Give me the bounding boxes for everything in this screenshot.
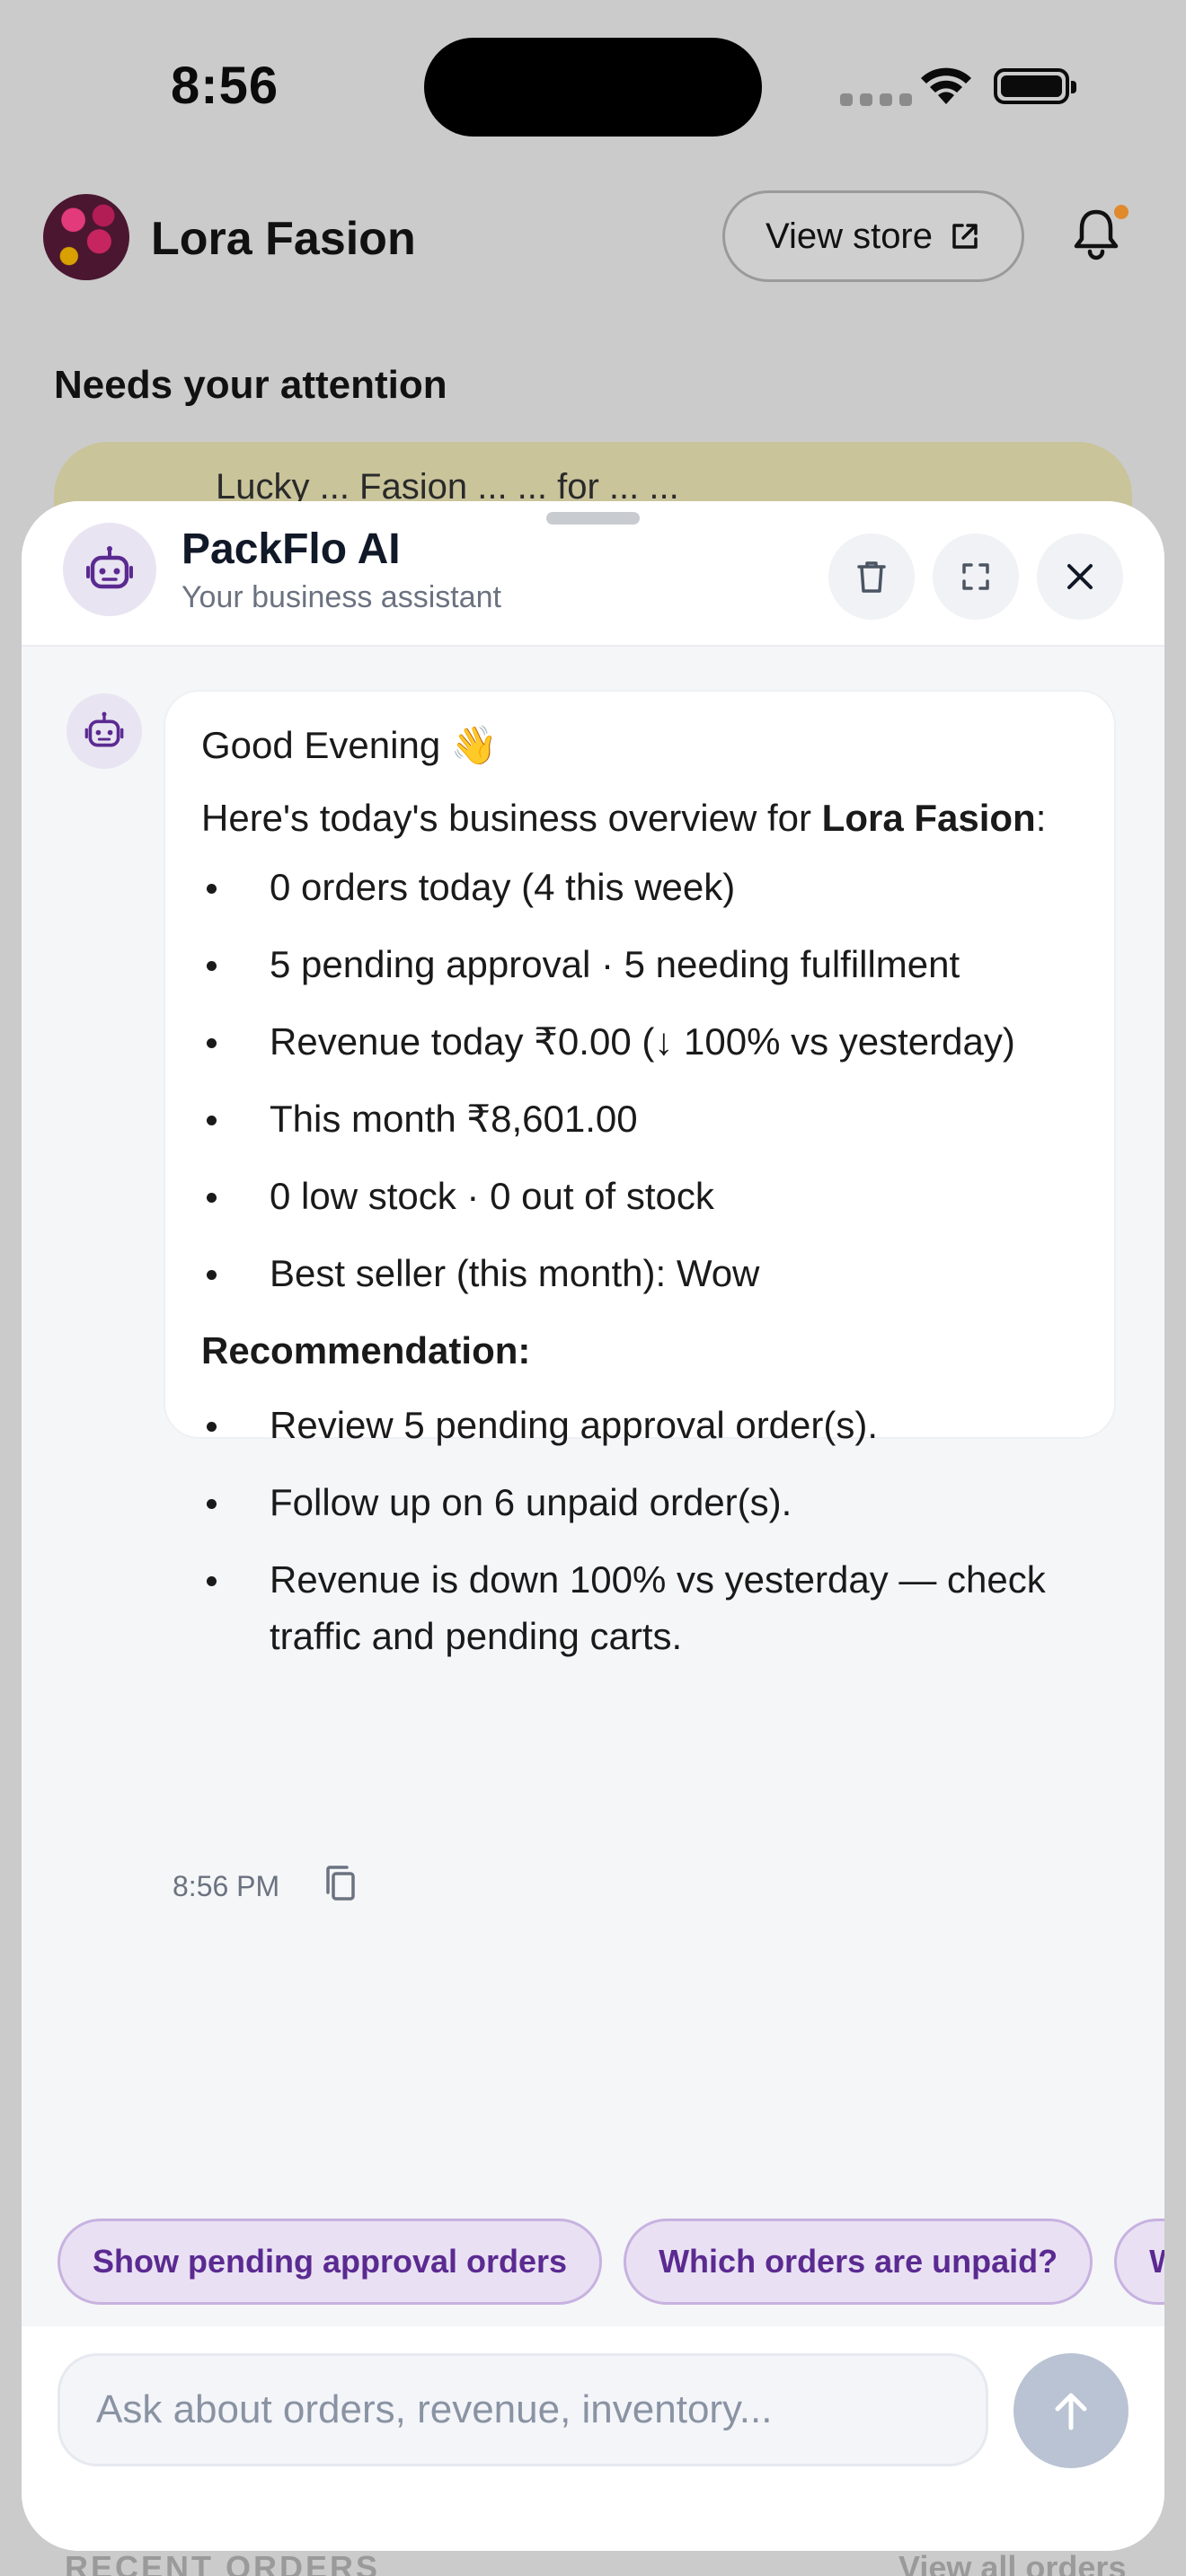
arrow-up-icon — [1055, 2393, 1087, 2430]
wifi-icon — [921, 67, 971, 104]
list-item: 5 pending approval · 5 needing fulfillme… — [201, 936, 1078, 992]
trash-icon — [857, 561, 886, 593]
waving-hand-icon: 👋 — [450, 723, 499, 767]
view-store-label: View store — [765, 216, 933, 256]
close-icon — [1067, 564, 1093, 589]
assistant-message: Good Evening 👋 Here's today's business o… — [164, 690, 1116, 1657]
store-avatar[interactable] — [43, 194, 129, 280]
list-item: Follow up on 6 unpaid order(s). — [201, 1474, 1078, 1531]
dynamic-island — [424, 38, 762, 137]
copy-message-button[interactable] — [316, 1859, 365, 1908]
battery-icon — [994, 68, 1076, 104]
overview-store-name: Lora Fasion — [821, 797, 1036, 839]
expand-button[interactable] — [933, 534, 1019, 620]
list-item: Review 5 pending approval order(s). — [201, 1397, 1078, 1453]
ask-input[interactable] — [58, 2353, 988, 2466]
list-item: 0 low stock · 0 out of stock — [201, 1168, 1078, 1224]
assistant-avatar — [63, 523, 156, 616]
recommendation-heading: Recommendation: — [201, 1329, 531, 1372]
send-button[interactable] — [1013, 2353, 1128, 2468]
fullscreen-icon — [962, 563, 989, 590]
stats-list: 0 orders today (4 this week) 5 pending a… — [201, 859, 1078, 1301]
suggestion-chips: Show pending approval orders Which order… — [58, 2219, 1164, 2308]
recommendations-list: Review 5 pending approval order(s). Foll… — [201, 1397, 1078, 1664]
assistant-subtitle: Your business assistant — [181, 580, 501, 614]
cellular-signal-icon — [840, 93, 912, 106]
overview-text: Here's today's business overview for Lor… — [201, 797, 1047, 839]
greeting: Good Evening 👋 — [201, 717, 1078, 773]
clear-chat-button[interactable] — [828, 534, 915, 620]
robot-icon — [84, 711, 124, 747]
list-item: Revenue is down 100% vs yesterday — chec… — [201, 1551, 1078, 1664]
status-bar: 8:56 — [0, 0, 1186, 171]
list-item: Revenue today ₹0.00 (↓ 100% vs yesterday… — [201, 1013, 1078, 1070]
external-link-icon — [952, 224, 978, 249]
list-item: 0 orders today (4 this week) — [201, 859, 1078, 915]
copy-icon — [326, 1866, 355, 1901]
view-store-button[interactable]: View store — [722, 190, 1024, 282]
suggestion-chip[interactable]: Show pending approval orders — [58, 2219, 603, 2305]
attention-title: Needs your attention — [54, 363, 447, 407]
suggestion-chip[interactable]: Which orders are unpaid? — [624, 2219, 1093, 2305]
store-name: Lora Fasion — [151, 213, 416, 265]
message-timestamp: 8:56 PM — [173, 1870, 280, 1902]
list-item: This month ₹8,601.00 — [201, 1090, 1078, 1147]
recent-orders-heading: RECENT ORDERS — [65, 2549, 381, 2576]
message-avatar — [66, 693, 142, 769]
notification-dot — [1114, 205, 1128, 219]
status-time: 8:56 — [171, 57, 279, 115]
list-item: Best seller (this month): Wow — [201, 1245, 1078, 1301]
greeting-text: Good Evening — [201, 724, 441, 766]
view-all-orders-link[interactable]: View all orders — [898, 2549, 1126, 2576]
assistant-name: PackFlo AI — [181, 525, 401, 573]
suggestion-chip[interactable]: What sold best this month? — [1114, 2219, 1164, 2305]
sheet-drag-handle[interactable] — [546, 512, 640, 525]
robot-icon — [86, 546, 133, 589]
composer-bar — [22, 2326, 1164, 2551]
close-button[interactable] — [1037, 534, 1123, 620]
